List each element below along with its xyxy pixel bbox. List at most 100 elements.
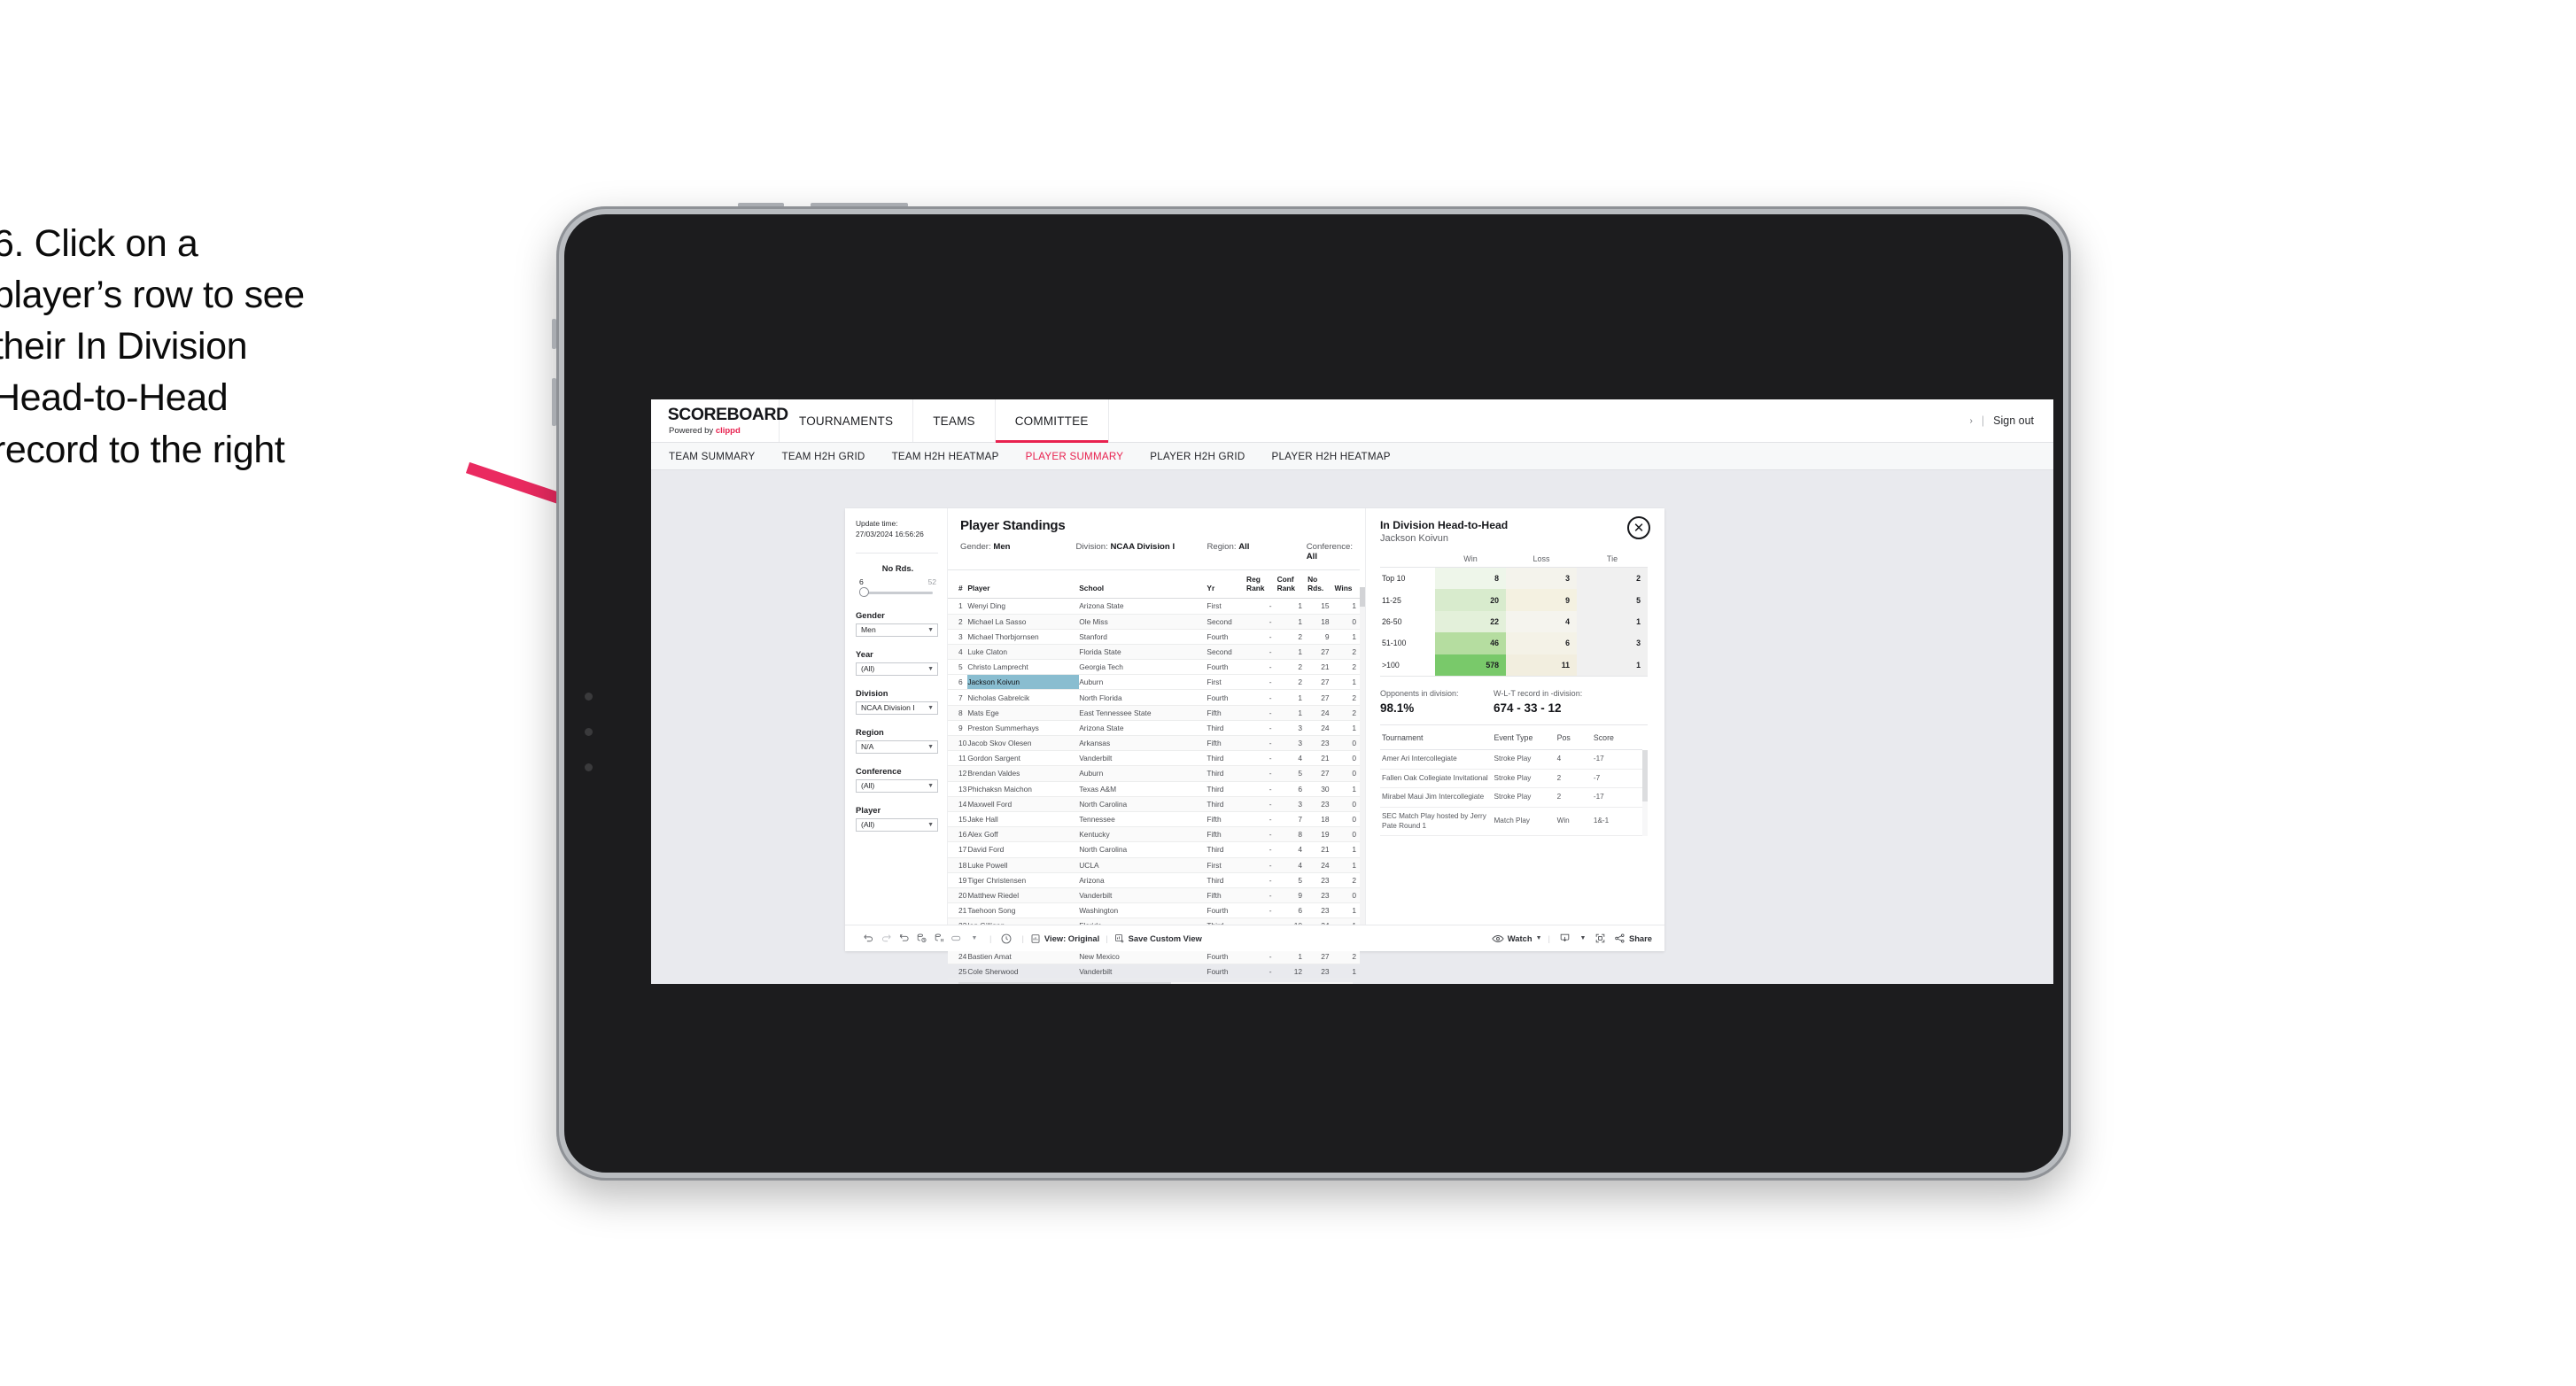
download-icon[interactable] <box>1556 933 1574 944</box>
slider-handle[interactable] <box>859 587 869 598</box>
tournament-row[interactable]: Amer Ari Intercollegiate Stroke Play 4 -17 <box>1380 749 1642 770</box>
col-school[interactable]: School <box>1079 569 1207 600</box>
save-custom-view-button[interactable]: Save Custom View <box>1114 933 1202 944</box>
table-row[interactable]: 9 Preston Summerhays Arizona State Third -3 2… <box>948 720 1360 737</box>
no-rounds-slider[interactable]: No Rds. 6 52 <box>856 563 938 598</box>
table-row[interactable]: 6 Jackson Koivun Auburn First -2 27 1 <box>948 674 1360 691</box>
h2h-cell-win[interactable]: 8 <box>1435 567 1506 590</box>
redo-icon[interactable] <box>877 933 895 944</box>
h2h-cell-win[interactable]: 20 <box>1435 589 1506 611</box>
cell-school: Vanderbilt <box>1079 887 1207 904</box>
table-row[interactable]: 4 Luke Claton Florida State Second -1 27 2 <box>948 644 1360 661</box>
scrollbar-thumb[interactable] <box>958 982 1172 984</box>
cell-conf-rank: 2 <box>1276 659 1308 676</box>
tab-team-h2h-heatmap[interactable]: TEAM H2H HEATMAP <box>892 451 999 462</box>
col-pos[interactable]: Pos <box>1556 724 1594 750</box>
table-row[interactable]: 8 Mats Ege East Tennessee State Fifth -1 24 2 <box>948 705 1360 721</box>
filter-region-select[interactable]: N/A ▼ <box>856 739 938 754</box>
table-row[interactable]: 12 Brendan Valdes Auburn Third -5 27 0 <box>948 765 1360 782</box>
table-row[interactable]: 15 Jake Hall Tennessee Fifth -7 18 0 <box>948 811 1360 828</box>
tab-player-h2h-heatmap[interactable]: PLAYER H2H HEATMAP <box>1272 451 1391 462</box>
standings-horizontal-scrollbar[interactable] <box>958 982 1353 984</box>
col-reg-rank[interactable]: Reg Rank <box>1246 569 1277 600</box>
cell-pos: 2 <box>1556 787 1594 808</box>
pause-data-icon[interactable] <box>930 933 948 944</box>
share-button[interactable]: Share <box>1614 933 1652 944</box>
nav-item-teams[interactable]: TEAMS <box>913 399 996 442</box>
h2h-cell-loss[interactable]: 6 <box>1506 632 1577 654</box>
table-row[interactable]: 18 Luke Powell UCLA First -4 24 1 <box>948 857 1360 873</box>
h2h-cell-tie[interactable]: 5 <box>1577 589 1648 611</box>
col-yr[interactable]: Yr <box>1207 569 1247 600</box>
view-original-button[interactable]: View: Original <box>1030 933 1099 944</box>
scrollbar-thumb[interactable] <box>1642 749 1648 801</box>
table-row[interactable]: 11 Gordon Sargent Vanderbilt Third -4 21 0 <box>948 750 1360 767</box>
col-conf-rank[interactable]: Conf Rank <box>1276 569 1308 600</box>
slider-track[interactable] <box>859 587 933 598</box>
tournament-row[interactable]: Fallen Oak Collegiate Invitational Stroke… <box>1380 769 1642 789</box>
highlight-icon[interactable] <box>948 933 966 944</box>
col-score[interactable]: Score <box>1593 724 1642 750</box>
revert-icon[interactable] <box>895 933 912 944</box>
refresh-data-icon[interactable] <box>912 933 930 944</box>
table-row[interactable]: 1 Wenyi Ding Arizona State First -1 15 1 <box>948 598 1360 615</box>
sign-out-link[interactable]: Sign out <box>1993 414 2034 427</box>
account-caret-icon[interactable]: › <box>1970 416 1973 426</box>
table-row[interactable]: 2 Michael La Sasso Ole Miss Second -1 18 0 <box>948 614 1360 630</box>
brand-logo[interactable]: SCOREBOARD Powered by clippd <box>651 399 788 442</box>
table-row[interactable]: 3 Michael Thorbjornsen Stanford Fourth -2 9 1 <box>948 629 1360 645</box>
download-caret-icon[interactable]: ▼ <box>1574 935 1592 941</box>
tournament-vertical-scrollbar[interactable] <box>1642 749 1648 837</box>
undo-icon[interactable] <box>859 933 877 944</box>
tab-player-summary[interactable]: PLAYER SUMMARY <box>1026 451 1124 462</box>
h2h-cell-tie[interactable]: 1 <box>1577 610 1648 633</box>
table-row[interactable]: 21 Taehoon Song Washington Fourth -6 23 1 <box>948 902 1360 919</box>
tab-team-summary[interactable]: TEAM SUMMARY <box>669 451 755 462</box>
h2h-cell-tie[interactable]: 2 <box>1577 567 1648 590</box>
h2h-cell-win[interactable]: 22 <box>1435 610 1506 633</box>
col-rank[interactable]: # <box>948 569 968 600</box>
table-row[interactable]: 14 Maxwell Ford North Carolina Third -3 23 0 <box>948 796 1360 812</box>
col-tournament[interactable]: Tournament <box>1380 724 1494 750</box>
table-row[interactable]: 10 Jacob Skov Olesen Arkansas Fifth -3 23 0 <box>948 735 1360 752</box>
table-row[interactable]: 16 Alex Goff Kentucky Fifth -8 19 0 <box>948 826 1360 843</box>
watch-button[interactable]: Watch ▼ <box>1492 933 1542 944</box>
col-no-rds[interactable]: No Rds. <box>1307 569 1335 600</box>
close-icon[interactable]: ✕ <box>1627 516 1650 539</box>
table-row[interactable]: 17 David Ford North Carolina Third -4 21 1 <box>948 841 1360 858</box>
filter-division-select[interactable]: NCAA Division I ▼ <box>856 701 938 715</box>
nav-item-committee[interactable]: COMMITTEE <box>995 399 1109 443</box>
h2h-cell-tie[interactable]: 3 <box>1577 632 1648 654</box>
col-wins[interactable]: Wins <box>1334 569 1360 600</box>
h2h-cell-win[interactable]: 578 <box>1435 654 1506 677</box>
filter-year-select[interactable]: (All) ▼ <box>856 662 938 676</box>
col-player[interactable]: Player <box>967 569 1080 600</box>
filter-conference-select[interactable]: (All) ▼ <box>856 778 938 793</box>
nav-item-tournaments[interactable]: TOURNAMENTS <box>780 399 914 442</box>
tournament-row[interactable]: Mirabel Maui Jim Intercollegiate Stroke P… <box>1380 787 1642 808</box>
h2h-cell-win[interactable]: 46 <box>1435 632 1506 654</box>
pause-auto-update-icon[interactable] <box>997 933 1015 945</box>
table-row[interactable]: 25 Cole Sherwood Vanderbilt Fourth -12 23 1 <box>948 964 1360 980</box>
h2h-cell-tie[interactable]: 1 <box>1577 654 1648 677</box>
table-row[interactable]: 20 Matthew Riedel Vanderbilt Fifth -9 23 0 <box>948 887 1360 904</box>
table-row[interactable]: 7 Nicholas Gabrelcik North Florida Fourth -1… <box>948 689 1360 706</box>
highlight-caret-icon[interactable]: ▼ <box>966 935 983 941</box>
col-event-type[interactable]: Event Type <box>1494 724 1557 750</box>
stat-opponents-in-division: Opponents in division: 98.1% <box>1380 689 1494 715</box>
tab-team-h2h-grid[interactable]: TEAM H2H GRID <box>781 451 865 462</box>
h2h-cell-loss[interactable]: 3 <box>1506 567 1577 590</box>
tournament-row[interactable]: SEC Match Play hosted by Jerry Pate Roun… <box>1380 807 1642 837</box>
h2h-cell-loss[interactable]: 4 <box>1506 610 1577 633</box>
table-row[interactable]: 19 Tiger Christensen Arizona Third -5 23 2 <box>948 872 1360 888</box>
tab-player-h2h-grid[interactable]: PLAYER H2H GRID <box>1150 451 1245 462</box>
filter-player-select[interactable]: (All) ▼ <box>856 817 938 832</box>
fullscreen-icon[interactable] <box>1592 933 1610 944</box>
h2h-cell-loss[interactable]: 11 <box>1506 654 1577 677</box>
filter-gender-select[interactable]: Men ▼ <box>856 623 938 637</box>
table-row[interactable]: 5 Christo Lamprecht Georgia Tech Fourth -2 21… <box>948 659 1360 676</box>
table-row[interactable]: 13 Phichaksn Maichon Texas A&M Third -6 30 1 <box>948 781 1360 797</box>
cell-wins: 2 <box>1334 644 1360 661</box>
h2h-cell-loss[interactable]: 9 <box>1506 589 1577 611</box>
device-button-left-1 <box>552 319 556 349</box>
